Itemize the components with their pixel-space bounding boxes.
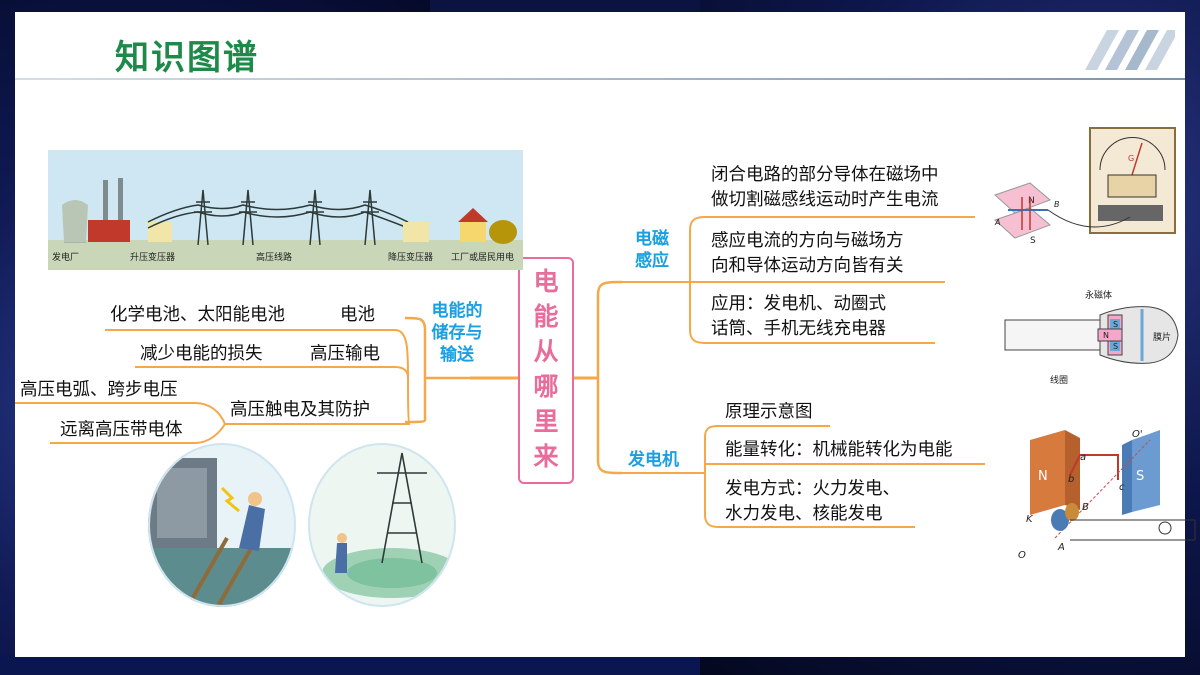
left-branch-title-line: 电能的 bbox=[431, 301, 483, 321]
mic-coil-label: 线圈 bbox=[1050, 374, 1068, 386]
gen-c-label: c bbox=[1119, 482, 1125, 493]
battery-examples: 化学电池、太阳能电池 bbox=[110, 305, 285, 325]
battery-label: 电池 bbox=[340, 305, 375, 325]
generator-item-line: 水力发电、核能发电 bbox=[725, 504, 883, 524]
galv-b-label: B bbox=[1054, 200, 1060, 209]
shock-item: 远离高压带电体 bbox=[60, 420, 183, 440]
generator-title: 发电机 bbox=[628, 450, 679, 470]
galv-g-label: G bbox=[1128, 154, 1134, 163]
galv-s-label: S bbox=[1030, 236, 1036, 246]
center-char: 能 bbox=[533, 302, 559, 331]
mic-n-label: N bbox=[1103, 331, 1109, 340]
transmission-label: 降压变压器 bbox=[388, 251, 433, 263]
transmission-label: 高压线路 bbox=[256, 251, 292, 263]
emi-item-line: 向和导体运动方向皆有关 bbox=[711, 256, 904, 276]
galv-a-label: A bbox=[994, 218, 1000, 227]
mic-s-label: S bbox=[1113, 342, 1118, 351]
gen-oprime-label: O' bbox=[1132, 429, 1143, 440]
gen-B-label: B bbox=[1082, 502, 1089, 513]
hv-label: 高压输电 bbox=[310, 344, 380, 364]
electrocution-illustration bbox=[148, 443, 296, 607]
center-char: 来 bbox=[533, 442, 559, 471]
mic-magnet-label: 永磁体 bbox=[1085, 289, 1112, 301]
emi-item-line: 应用：发电机、动圈式 bbox=[711, 294, 886, 314]
transmission-illustration: 发电厂 升压变压器 高压线路 降压变压器 工厂或居民用电 bbox=[48, 150, 523, 270]
left-branch-title: 电能的 储存与 输送 bbox=[425, 300, 489, 366]
galv-n-label: N bbox=[1028, 196, 1035, 206]
center-char: 从 bbox=[533, 337, 559, 366]
transmission-label: 工厂或居民用电 bbox=[451, 251, 514, 263]
transmission-label: 升压变压器 bbox=[130, 251, 175, 263]
emi-item-line: 感应电流的方向与磁场方 bbox=[711, 231, 904, 251]
hv-examples: 减少电能的损失 bbox=[140, 344, 263, 364]
generator-item-line: 发电方式：火力发电、 bbox=[725, 479, 900, 499]
gen-s-label: S bbox=[1136, 469, 1144, 484]
emi-title-line: 感应 bbox=[635, 251, 669, 271]
generator-item: 发电方式：火力发电、 水力发电、核能发电 bbox=[725, 477, 900, 527]
generator-illustration: N S a b c O' O K B A bbox=[1018, 429, 1196, 560]
shock-item: 高压电弧、跨步电压 bbox=[20, 380, 178, 400]
emi-item: 闭合电路的部分导体在磁场中 做切割磁感线运动时产生电流 bbox=[711, 163, 939, 213]
emi-item: 感应电流的方向与磁场方 向和导体运动方向皆有关 bbox=[711, 229, 904, 279]
center-char: 电 bbox=[533, 267, 559, 296]
emi-experiment-illustration: G N S B A bbox=[994, 127, 1176, 246]
emi-item-line: 闭合电路的部分导体在磁场中 bbox=[711, 165, 939, 185]
shock-label: 高压触电及其防护 bbox=[230, 400, 370, 420]
gen-a-label: a bbox=[1080, 452, 1086, 463]
step-voltage-illustration bbox=[308, 443, 456, 607]
left-branch-title-line: 输送 bbox=[440, 345, 474, 365]
mic-s-label: S bbox=[1113, 320, 1118, 329]
mic-diaphragm-label: 膜片 bbox=[1153, 331, 1171, 343]
gen-A-label: A bbox=[1057, 542, 1065, 553]
gen-n-label: N bbox=[1038, 469, 1048, 484]
generator-item: 能量转化：机械能转化为电能 bbox=[725, 440, 953, 460]
left-branch-title-line: 储存与 bbox=[431, 323, 483, 343]
emi-item-line: 做切割磁感线运动时产生电流 bbox=[711, 190, 939, 210]
center-char: 哪 bbox=[533, 372, 559, 401]
transmission-label: 发电厂 bbox=[52, 251, 79, 263]
emi-item-line: 话筒、手机无线充电器 bbox=[711, 319, 886, 339]
gen-o-label: O bbox=[1018, 550, 1026, 560]
generator-item: 原理示意图 bbox=[725, 402, 813, 422]
gen-k-label: K bbox=[1026, 514, 1034, 525]
emi-title-line: 电磁 bbox=[635, 229, 669, 249]
microphone-illustration: 永磁体 膜片 线圈 S N S bbox=[1004, 289, 1179, 386]
center-char: 里 bbox=[533, 407, 559, 436]
gen-b-label: b bbox=[1068, 474, 1074, 485]
emi-item: 应用：发电机、动圈式 话筒、手机无线充电器 bbox=[711, 292, 886, 342]
emi-title: 电磁 感应 bbox=[625, 228, 679, 272]
center-topic-box: 电 能 从 哪 里 来 bbox=[518, 257, 574, 484]
